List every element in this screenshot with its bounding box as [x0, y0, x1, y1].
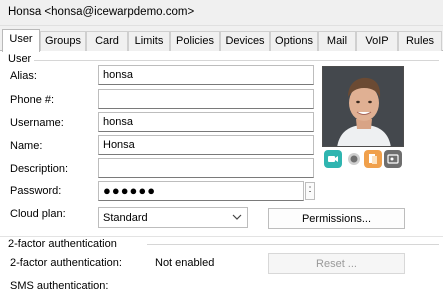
tab-rules[interactable]: Rules [398, 31, 442, 51]
tab-voip[interactable]: VoIP [356, 31, 398, 51]
name-field[interactable]: Honsa [98, 135, 314, 155]
name-label: Name: [10, 140, 43, 152]
cloud-plan-value: Standard [103, 212, 148, 224]
avatar[interactable] [322, 66, 404, 147]
section-divider [0, 236, 443, 237]
user-group-title: User [8, 53, 34, 65]
twofa-status-label: 2-factor authentication: [10, 257, 122, 269]
cloud-plan-select[interactable]: Standard [98, 207, 248, 228]
id-card-icon[interactable] [384, 150, 402, 168]
twofa-group-title: 2-factor authentication [8, 238, 119, 250]
password-label: Password: [10, 185, 62, 197]
chevron-down-icon [232, 214, 242, 220]
username-field[interactable]: honsa [98, 112, 314, 132]
avatar-photo-icon [323, 67, 403, 146]
password-options-button[interactable]: : [305, 182, 315, 200]
tab-user[interactable]: User [2, 29, 40, 52]
group-divider [147, 244, 439, 245]
tab-limits[interactable]: Limits [128, 31, 170, 51]
user-tab-panel: User Alias: honsa Phone #: Username: hon… [0, 51, 443, 295]
tab-policies[interactable]: Policies [170, 31, 220, 51]
tab-groups[interactable]: Groups [40, 31, 86, 51]
tab-bar: User Groups Card Limits Policies Devices… [0, 29, 443, 52]
sms-auth-label: SMS authentication: [10, 280, 109, 292]
group-divider [34, 60, 439, 61]
status-dot-icon[interactable] [345, 150, 363, 168]
video-call-icon[interactable] [324, 150, 342, 168]
reset-button[interactable]: Reset ... [268, 253, 405, 274]
description-field[interactable] [98, 158, 314, 178]
description-label: Description: [10, 163, 69, 175]
window-title: Honsa <honsa@icewarpdemo.com> [0, 0, 443, 26]
document-icon[interactable] [364, 150, 382, 168]
alias-field[interactable]: honsa [98, 65, 314, 85]
tab-devices[interactable]: Devices [220, 31, 270, 51]
tab-mail[interactable]: Mail [318, 31, 356, 51]
permissions-button[interactable]: Permissions... [268, 208, 405, 229]
cloud-plan-label: Cloud plan: [10, 208, 66, 220]
tab-options[interactable]: Options [270, 31, 318, 51]
phone-label: Phone #: [10, 94, 55, 106]
password-field[interactable]: ●●●●●● [98, 181, 304, 201]
username-label: Username: [10, 117, 64, 129]
alias-label: Alias: [10, 70, 37, 82]
twofa-status-value: Not enabled [155, 257, 215, 269]
tab-card[interactable]: Card [86, 31, 128, 51]
phone-field[interactable] [98, 89, 314, 109]
